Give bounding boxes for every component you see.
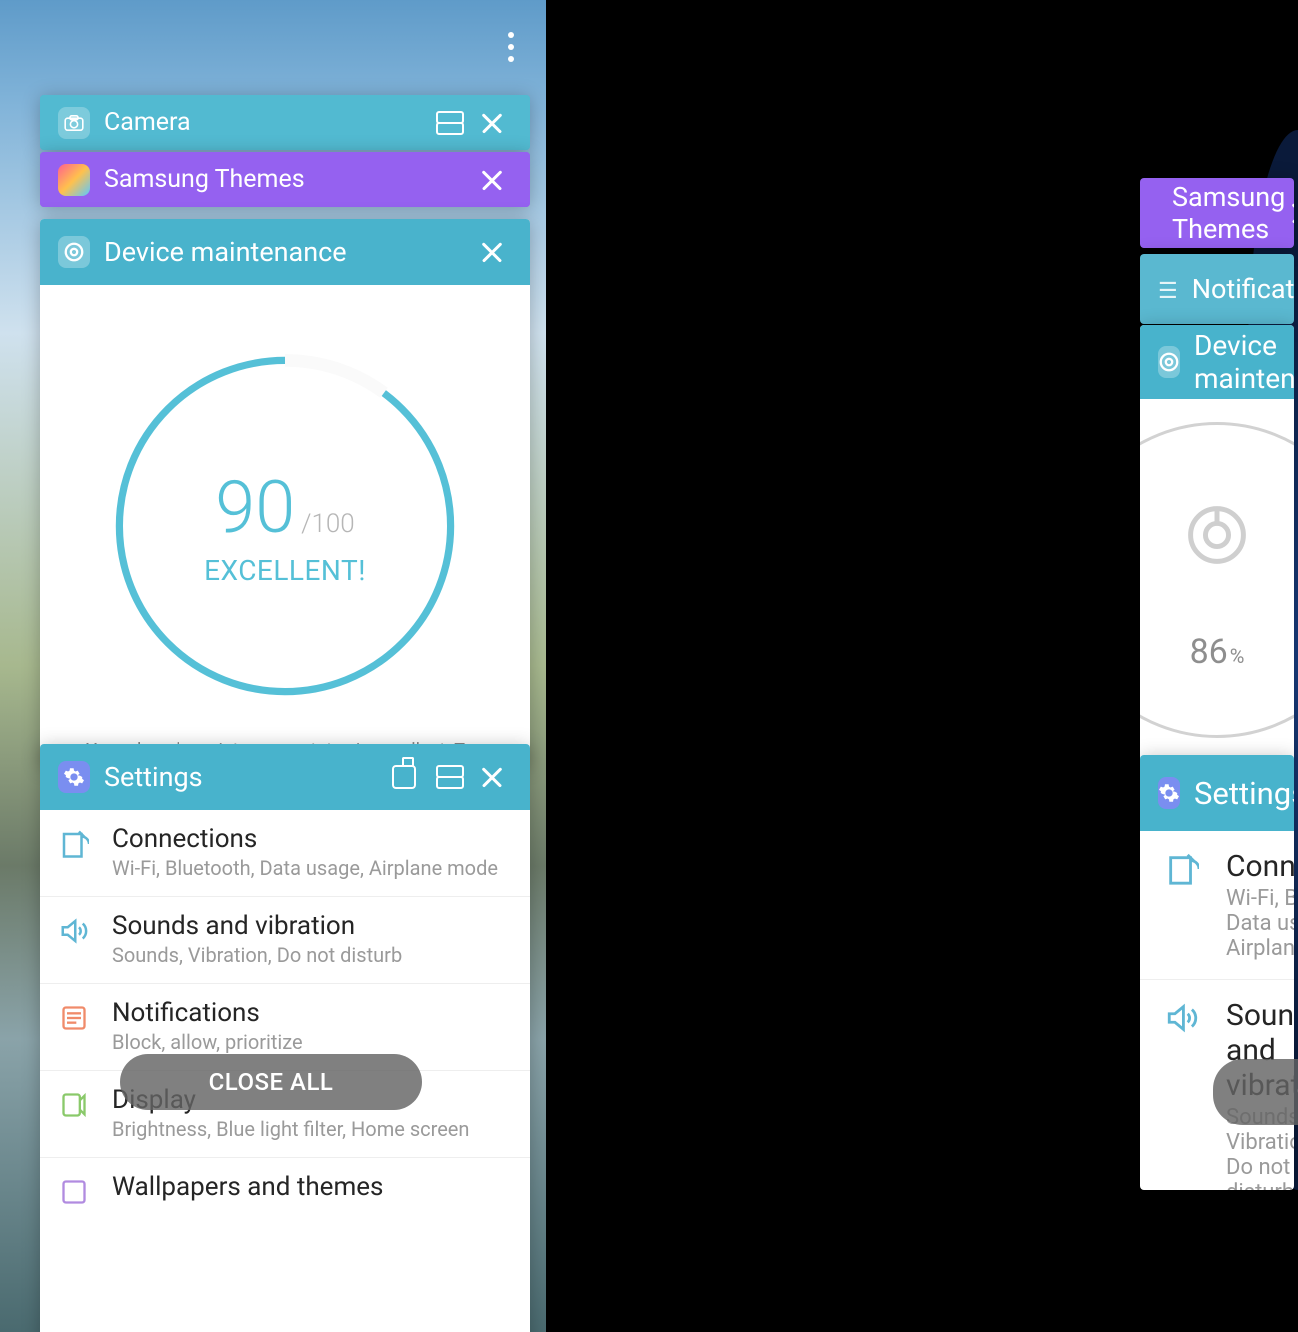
app-title: Camera [104,108,424,137]
recent-card-themes[interactable]: Samsung Themes [40,152,530,207]
score-value: 90 [215,465,295,550]
sounds-icon [1164,1000,1200,1036]
app-title: Samsung Themes [1172,181,1285,245]
themes-icon [58,164,90,196]
app-title: Device maintenance [1194,329,1294,395]
close-all-button[interactable]: CLOSE ALL [120,1054,422,1110]
overflow-menu-icon[interactable] [508,26,514,68]
app-title: Settings [1194,775,1294,812]
settings-icon [1158,777,1180,809]
score-max: /100 [301,509,355,539]
settings-list: ConnectionsWi-Fi, Bluetooth, Data usage,… [1140,831,1294,1190]
settings-item-connections[interactable]: ConnectionsWi-Fi, Bluetooth, Data usage,… [40,810,530,897]
settings-icon [58,761,90,793]
settings-list: ConnectionsWi-Fi, Bluetooth, Data usage,… [40,810,530,1226]
close-icon [479,167,505,193]
app-title: Samsung Themes [104,165,468,194]
score-gauge: 86% [1140,410,1294,750]
score-status: EXCELLENT! [204,554,366,587]
camera-icon [58,107,90,139]
split-icon [436,111,460,135]
recent-card-camera[interactable]: Camera [40,95,530,150]
recent-card-device-maintenance[interactable]: Device maintenance 90/100 EXCELLENT! You… [40,219,530,767]
close-card-button[interactable] [1289,193,1294,233]
settings-item-connections[interactable]: ConnectionsWi-Fi, Bluetooth, Data usage,… [1140,831,1294,980]
close-card-button[interactable] [472,757,512,797]
close-icon [479,239,505,265]
score-value: 86 [1190,632,1228,672]
device-maintenance-body: 90/100 EXCELLENT! Your phone's maintenan… [40,285,530,767]
sounds-icon [56,913,92,949]
split-screen-button[interactable] [428,757,468,797]
close-all-button[interactable]: CLOSE ALL [1213,1059,1298,1125]
wallpapers-icon [56,1174,92,1210]
score-gauge: 90/100 EXCELLENT! [105,346,465,706]
pin-button[interactable] [384,757,424,797]
connections-icon [56,826,92,862]
app-title: Device maintenance [104,236,468,268]
phone-left: Camera Samsung Themes Device maintenance [0,0,546,1332]
connections-icon [1164,851,1200,887]
device-maintenance-icon [58,236,90,268]
device-maintenance-body: 86% [1140,399,1294,761]
score-unit: % [1230,644,1245,668]
close-card-button[interactable] [472,160,512,200]
device-maintenance-icon [1158,346,1180,378]
app-title: Notifications [1192,273,1294,305]
pin-icon [392,765,416,789]
recent-card-themes[interactable]: Samsung Themes [1140,178,1294,248]
recent-card-settings[interactable]: Settings ConnectionsWi-Fi, Bluetooth, Da… [40,744,530,1332]
close-icon [479,110,505,136]
split-screen-button[interactable] [428,103,468,143]
close-icon [479,764,505,790]
settings-item-sounds[interactable]: Sounds and vibrationSounds, Vibration, D… [40,897,530,984]
phone-right: Samsung Themes ☰ Notifications Device ma… [546,0,1298,1332]
settings-item-wallpapers[interactable]: Wallpapers and themes [40,1158,530,1226]
close-card-button[interactable] [472,103,512,143]
split-icon [436,765,460,789]
notifications-icon [56,1000,92,1036]
recent-card-device-maintenance[interactable]: Device maintenance 86% [1140,325,1294,761]
notifications-icon: ☰ [1158,273,1178,305]
app-title: Settings [104,761,380,793]
recent-card-notifications[interactable]: ☰ Notifications [1140,254,1294,324]
close-icon [1289,200,1294,226]
display-icon [56,1087,92,1123]
close-card-button[interactable] [472,232,512,272]
